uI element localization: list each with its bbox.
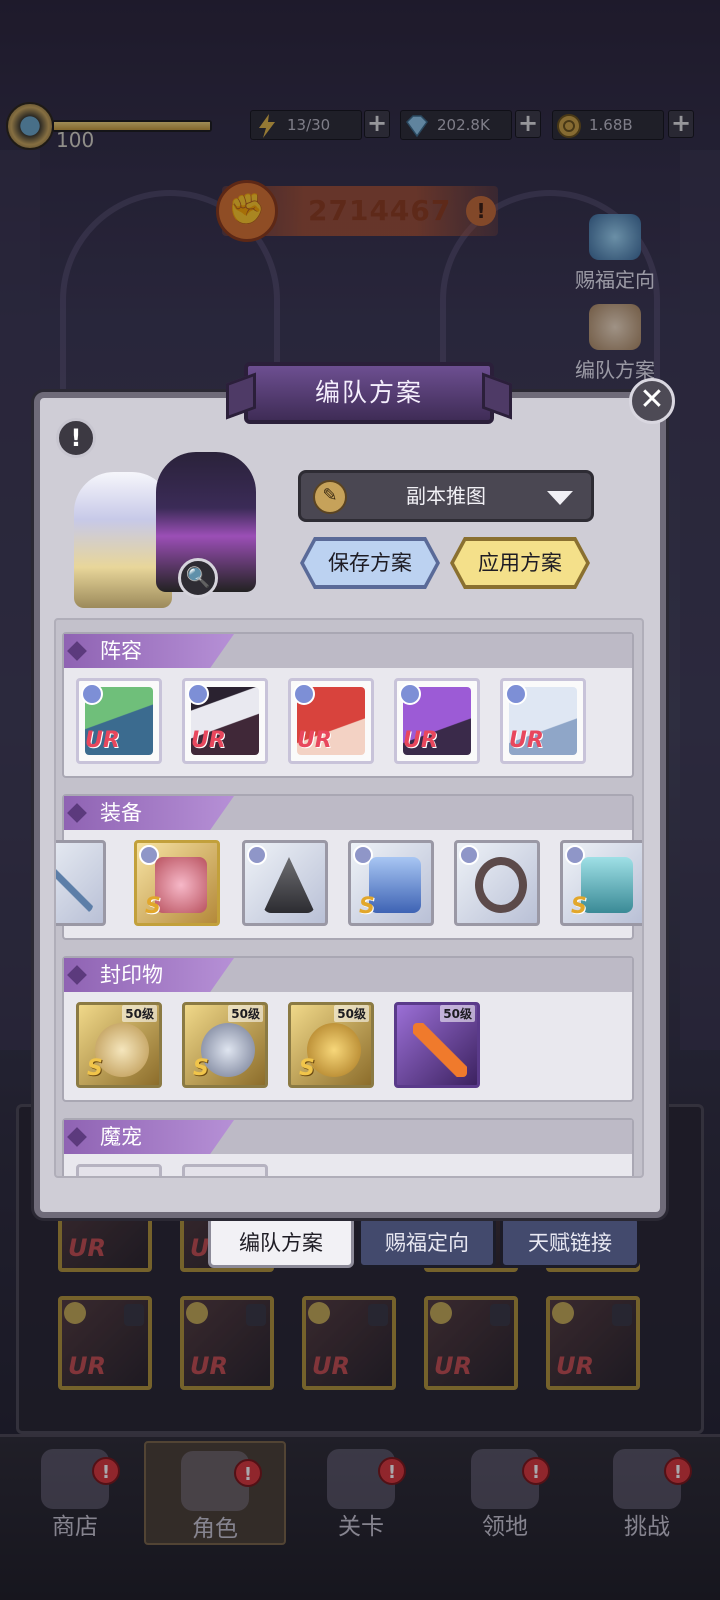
seal-level: 50级 bbox=[334, 1005, 369, 1022]
pencil-icon[interactable]: ✎ bbox=[313, 480, 347, 514]
tab-formation-label: 编队方案 bbox=[239, 1231, 323, 1255]
rarity-label: UR bbox=[403, 728, 438, 753]
grade-label: S bbox=[571, 894, 587, 919]
item-art bbox=[307, 1023, 361, 1077]
wizard-hat-icon[interactable] bbox=[242, 840, 328, 926]
team-preview bbox=[60, 438, 260, 608]
grade-label: S bbox=[87, 1056, 103, 1081]
crossed-blades-icon[interactable]: 50级 S bbox=[182, 1002, 268, 1088]
save-plan-label: 保存方案 bbox=[304, 541, 436, 585]
slot-icon bbox=[247, 845, 267, 865]
lineup-hero-slot[interactable]: UR bbox=[394, 678, 480, 764]
lineup-hero-slot[interactable]: UR bbox=[182, 678, 268, 764]
pets-title: 魔宠 bbox=[64, 1120, 234, 1154]
lineup-hero-slot[interactable]: UR bbox=[76, 678, 162, 764]
flame-spear-icon[interactable]: 50级 bbox=[394, 1002, 480, 1088]
save-plan-button[interactable]: 保存方案 bbox=[300, 537, 440, 589]
class-icon bbox=[187, 683, 209, 705]
item-art bbox=[95, 1023, 149, 1077]
lineup-hero-slot[interactable]: UR bbox=[500, 678, 586, 764]
item-art bbox=[201, 1023, 255, 1077]
equipment-title: 装备 bbox=[64, 796, 234, 830]
class-icon bbox=[399, 683, 421, 705]
seal-level: 50级 bbox=[440, 1005, 475, 1022]
rarity-label: UR bbox=[85, 728, 120, 753]
rarity-label: UR bbox=[191, 728, 226, 753]
seal-level: 50级 bbox=[122, 1005, 157, 1022]
dialog-title: 编队方案 bbox=[244, 362, 494, 424]
puppet-icon[interactable]: 50级 S bbox=[76, 1002, 162, 1088]
item-art bbox=[155, 857, 207, 913]
close-button[interactable]: ✕ bbox=[629, 378, 675, 424]
seals-section: 封印物 50级 S 50级 S 50级 S 50级 bbox=[62, 956, 634, 1102]
class-icon bbox=[81, 683, 103, 705]
apply-plan-label: 应用方案 bbox=[454, 541, 586, 585]
lineup-hero-slot[interactable]: UR bbox=[288, 678, 374, 764]
equipment-section: 装备 S S S bbox=[56, 794, 642, 940]
class-icon bbox=[293, 683, 315, 705]
rarity-label: UR bbox=[297, 728, 332, 753]
tab-blessing-label: 赐福定向 bbox=[385, 1231, 469, 1255]
game-screen: { "top": { "level": "100", "level_progre… bbox=[0, 0, 720, 1600]
slot-icon bbox=[459, 845, 479, 865]
coin-seal-icon[interactable]: 50级 S bbox=[288, 1002, 374, 1088]
ring-icon[interactable] bbox=[454, 840, 540, 926]
tab-talent-link[interactable]: 天赋链接 bbox=[500, 1216, 640, 1268]
item-art bbox=[263, 857, 315, 913]
item-art bbox=[475, 857, 527, 913]
pet-slot[interactable] bbox=[182, 1164, 268, 1176]
lineup-section: 阵容 UR UR UR UR UR bbox=[62, 632, 634, 778]
plan-select-value: 副本推图 bbox=[406, 484, 486, 508]
apply-plan-button[interactable]: 应用方案 bbox=[450, 537, 590, 589]
class-icon bbox=[505, 683, 527, 705]
grade-label: S bbox=[359, 894, 375, 919]
item-art bbox=[581, 857, 633, 913]
plan-select-dropdown[interactable]: ✎ 副本推图 bbox=[298, 470, 594, 522]
robe-icon[interactable]: S bbox=[348, 840, 434, 926]
tab-blessing[interactable]: 赐福定向 bbox=[358, 1216, 496, 1268]
grade-label: S bbox=[193, 1056, 209, 1081]
item-art bbox=[369, 857, 421, 913]
tab-talent-label: 天赋链接 bbox=[528, 1231, 612, 1255]
crown-icon[interactable]: S bbox=[560, 840, 642, 926]
grade-label: S bbox=[145, 894, 161, 919]
tab-formation-plan[interactable]: 编队方案 bbox=[208, 1216, 354, 1268]
grade-label: S bbox=[299, 1056, 315, 1081]
seal-level: 50级 bbox=[228, 1005, 263, 1022]
plan-details-scroll[interactable]: 阵容 UR UR UR UR UR 装备 S S S 封印物 50级 S 50级… bbox=[54, 618, 644, 1178]
rarity-label: UR bbox=[509, 728, 544, 753]
seals-title: 封印物 bbox=[64, 958, 234, 992]
chevron-down-icon bbox=[547, 491, 573, 505]
pets-section: 魔宠 bbox=[62, 1118, 634, 1176]
pet-slot[interactable] bbox=[76, 1164, 162, 1176]
magnifier-icon[interactable]: 🔍 bbox=[178, 558, 218, 598]
staff-icon[interactable] bbox=[56, 840, 106, 926]
lineup-title: 阵容 bbox=[64, 634, 234, 668]
item-art bbox=[413, 1023, 467, 1077]
lotus-book-icon[interactable]: S bbox=[134, 840, 220, 926]
item-art bbox=[56, 857, 93, 913]
